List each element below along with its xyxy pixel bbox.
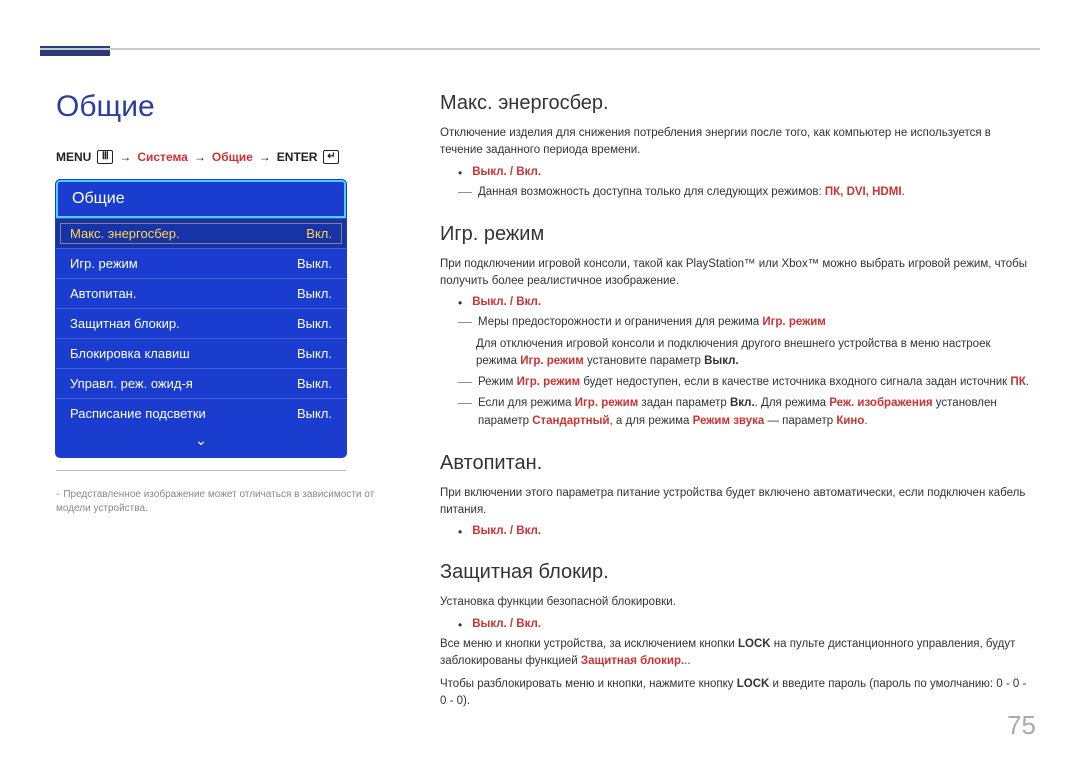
note-text: будет недоступен, если в качестве источн…	[580, 376, 1010, 388]
note-text: Меры предосторожности и ограничения для …	[478, 316, 762, 328]
option-bullet: •Выкл. / Вкл.	[458, 296, 1032, 310]
note-text: , а для режима	[610, 415, 693, 427]
breadcrumb-enter: ENTER	[277, 150, 318, 164]
page-number: 75	[1007, 710, 1036, 741]
note-highlight: Стандартный	[532, 415, 609, 427]
content-area: Макс. энергосбер. Отключение изделия для…	[440, 92, 1032, 733]
note-highlight: Игр. режим	[520, 355, 583, 367]
osd-menu-item-backlight-schedule[interactable]: Расписание подсветки Выкл.	[56, 398, 346, 428]
option-bullet: •Выкл. / Вкл.	[458, 166, 1032, 180]
menu-item-label: Управл. реж. ожид-я	[70, 376, 193, 391]
menu-item-value: Выкл.	[297, 316, 332, 331]
option-values: Выкл. / Вкл.	[472, 618, 541, 632]
menu-item-label: Автопитан.	[70, 286, 136, 301]
option-bullet: •Выкл. / Вкл.	[458, 618, 1032, 632]
arrow-icon: →	[259, 150, 271, 164]
menu-item-value: Выкл.	[297, 406, 332, 421]
note-highlight: Режим звука	[693, 415, 765, 427]
section-auto-power: Автопитан. При включении этого параметра…	[440, 452, 1032, 540]
section-title: Автопитан.	[440, 452, 1032, 475]
menu-icon: Ⅲ	[97, 150, 113, 164]
note-line: ― Данная возможность доступна только для…	[458, 184, 1032, 201]
option-bullet: •Выкл. / Вкл.	[458, 525, 1032, 539]
enter-icon: ↵	[323, 150, 339, 164]
note-highlight: Игр. режим	[517, 376, 580, 388]
note-subline: Для отключения игровой консоли и подключ…	[476, 336, 1032, 371]
section-title: Игр. режим	[440, 223, 1032, 246]
menu-disclaimer-text: Представленное изображение может отличат…	[56, 489, 374, 514]
option-values: Выкл. / Вкл.	[472, 525, 541, 539]
menu-item-label: Игр. режим	[70, 256, 138, 271]
note-highlight: ПК	[1010, 376, 1025, 388]
note-text: установите параметр	[584, 355, 704, 367]
breadcrumb-general: Общие	[212, 150, 253, 164]
note-text: .	[864, 415, 867, 427]
menu-item-value: Выкл.	[297, 256, 332, 271]
osd-menu-item-game-mode[interactable]: Игр. режим Выкл.	[56, 248, 346, 278]
breadcrumb-system: Система	[137, 150, 188, 164]
osd-menu-header: Общие	[56, 180, 346, 218]
menu-item-value: Выкл.	[297, 286, 332, 301]
section-safety-lock: Защитная блокир. Установка функции безоп…	[440, 561, 1032, 710]
note-text: . Для режима	[755, 397, 830, 409]
osd-menu-item-key-lock[interactable]: Блокировка клавиш Выкл.	[56, 338, 346, 368]
menu-item-value: Выкл.	[297, 346, 332, 361]
note-text: Режим	[478, 376, 517, 388]
section-max-energy: Макс. энергосбер. Отключение изделия для…	[440, 92, 1032, 201]
menu-item-label: Расписание подсветки	[70, 406, 206, 421]
arrow-icon: →	[119, 150, 131, 164]
section-desc: При подключении игровой консоли, такой к…	[440, 256, 1032, 291]
note-bold: Вкл.	[730, 397, 755, 409]
menu-item-label: Защитная блокир.	[70, 316, 180, 331]
menu-item-label: Блокировка клавиш	[70, 346, 190, 361]
osd-menu-more[interactable]: ⌄	[56, 428, 346, 457]
note-text: задан параметр	[638, 397, 730, 409]
note-line: ― Меры предосторожности и ограничения дл…	[458, 314, 1032, 331]
chevron-down-icon: ⌄	[195, 432, 207, 448]
note-line: ― Если для режима Игр. режим задан парам…	[458, 395, 1032, 430]
menu-note-rule	[56, 470, 346, 471]
osd-menu-item-auto-power[interactable]: Автопитан. Выкл.	[56, 278, 346, 308]
page-title: Общие	[56, 90, 155, 124]
section-desc: Установка функции безопасной блокировки.	[440, 594, 1032, 611]
note-line: ― Режим Игр. режим будет недоступен, есл…	[458, 374, 1032, 391]
section-title: Макс. энергосбер.	[440, 92, 1032, 115]
section-game-mode: Игр. режим При подключении игровой консо…	[440, 223, 1032, 430]
header-rule	[40, 48, 1040, 50]
note-text: Если для режима	[478, 397, 575, 409]
note-highlight: Кино	[836, 415, 864, 427]
section-title: Защитная блокир.	[440, 561, 1032, 584]
osd-menu-item-safety-lock[interactable]: Защитная блокир. Выкл.	[56, 308, 346, 338]
option-values: Выкл. / Вкл.	[472, 296, 541, 310]
menu-item-label: Макс. энергосбер.	[70, 226, 180, 241]
breadcrumb-menu: MENU	[56, 150, 91, 164]
option-values: Выкл. / Вкл.	[472, 166, 541, 180]
section-desc: При включении этого параметра питание ус…	[440, 485, 1032, 520]
osd-menu-panel: Общие Макс. энергосбер. Вкл. Игр. режим …	[56, 180, 346, 457]
note-highlight: ПК, DVI, HDMI	[825, 186, 902, 198]
section-desc: Отключение изделия для снижения потребле…	[440, 125, 1032, 160]
note-text: .	[1026, 376, 1029, 388]
section-para: Все меню и кнопки устройства, за исключе…	[440, 636, 1032, 671]
breadcrumb: MENU Ⅲ → Система → Общие → ENTER ↵	[56, 150, 339, 164]
note-highlight: Реж. изображения	[829, 397, 932, 409]
note-text: .	[902, 186, 905, 198]
note-text: — параметр	[764, 415, 836, 427]
osd-menu-item-max-energy[interactable]: Макс. энергосбер. Вкл.	[56, 218, 346, 248]
menu-disclaimer: -Представленное изображение может отлича…	[56, 488, 396, 516]
note-text: Данная возможность доступна только для с…	[478, 186, 825, 198]
note-highlight: Игр. режим	[575, 397, 638, 409]
note-highlight: Игр. режим	[762, 316, 825, 328]
osd-menu-item-standby[interactable]: Управл. реж. ожид-я Выкл.	[56, 368, 346, 398]
arrow-icon: →	[194, 150, 206, 164]
section-para: Чтобы разблокировать меню и кнопки, нажм…	[440, 676, 1032, 711]
menu-item-value: Вкл.	[306, 226, 332, 241]
menu-item-value: Выкл.	[297, 376, 332, 391]
note-bold: Выкл.	[704, 355, 739, 367]
